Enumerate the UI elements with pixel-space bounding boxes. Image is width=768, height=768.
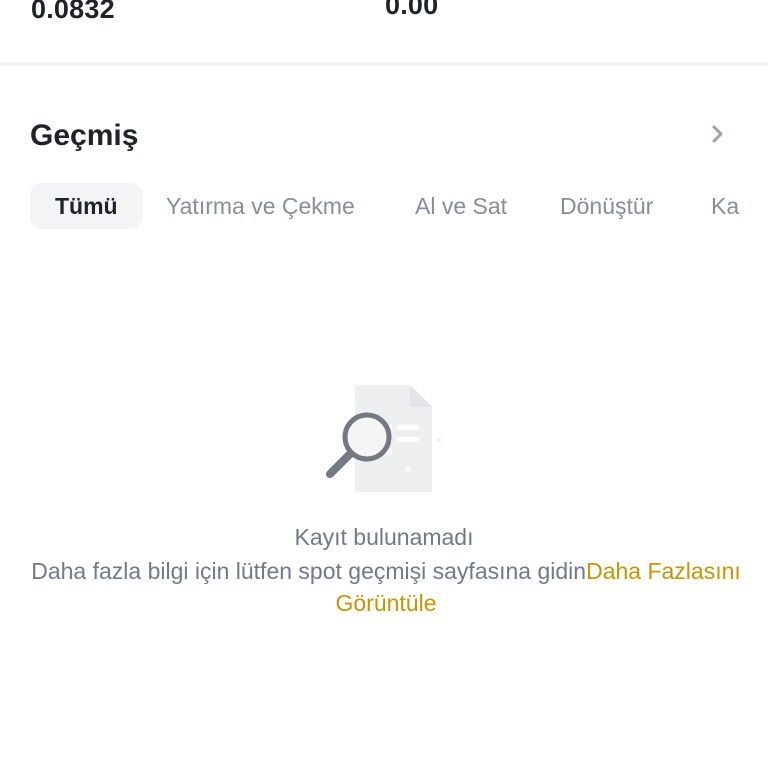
history-tabs: Tümü Yatırma ve Çekme Al ve Sat Dönüştür…: [30, 183, 768, 229]
no-records-illustration: [326, 385, 441, 492]
tab-deposit-withdraw[interactable]: Yatırma ve Çekme: [166, 183, 355, 229]
balance-value-left: 0.0832: [31, 0, 115, 24]
empty-state-description: Daha fazla bilgi için lütfen spot geçmiş…: [12, 555, 760, 619]
tab-partial-next[interactable]: Ka: [711, 183, 739, 229]
balance-value-right: 0.00: [385, 0, 439, 20]
tab-all[interactable]: Tümü: [30, 183, 143, 229]
spot-wallet-page: 0.0832 0.00 Geçmiş Tümü Yatırma ve Çekme…: [0, 0, 768, 768]
empty-state-title: Kayıt bulunamadı: [294, 524, 474, 550]
no-records-search-icon: [322, 382, 444, 496]
balance-strip: 0.0832 0.00: [0, 0, 768, 65]
history-title: Geçmiş: [30, 119, 139, 152]
tab-buy-sell[interactable]: Al ve Sat: [415, 183, 507, 229]
tab-convert[interactable]: Dönüştür: [560, 183, 653, 229]
empty-state-description-text: Daha fazla bilgi için lütfen spot geçmiş…: [31, 558, 587, 584]
chevron-right-icon[interactable]: [706, 122, 732, 148]
chevron-right-icon-graphic: [712, 125, 723, 143]
